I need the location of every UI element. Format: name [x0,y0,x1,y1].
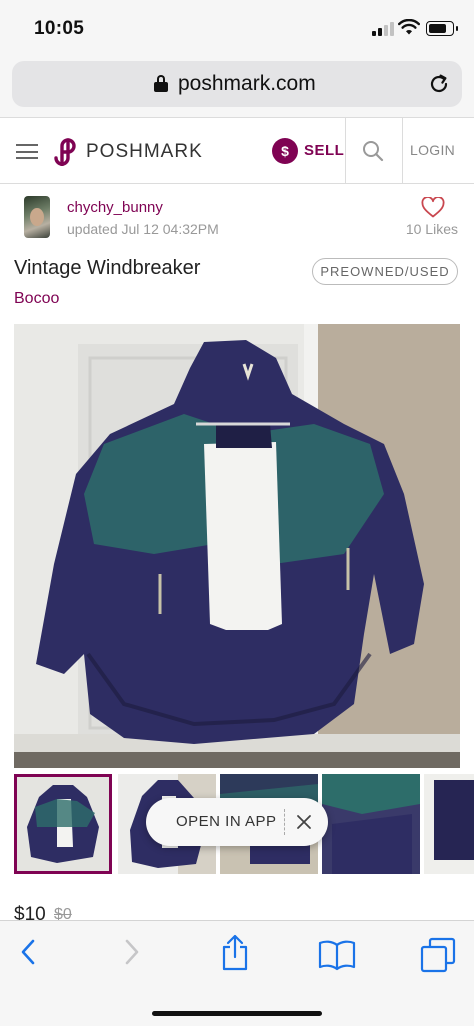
login-link[interactable]: LOGIN [410,142,455,158]
jacket-photo [14,324,460,768]
thumbnail-5[interactable] [424,774,474,874]
pill-divider [284,809,285,835]
reload-icon[interactable] [428,73,450,95]
battery-icon [426,21,458,36]
heart-icon[interactable] [421,197,445,218]
back-chevron-icon[interactable] [18,937,38,967]
sell-label: SELL [304,142,345,159]
home-indicator [152,1011,322,1016]
thumbnail-1[interactable] [14,774,112,874]
status-bar: 10:05 [0,0,474,56]
hamburger-menu-icon[interactable] [16,144,38,159]
cellular-signal-icon [372,22,394,36]
logo-text[interactable]: POSHMARK [86,141,203,163]
url-domain: poshmark.com [178,72,316,95]
thumbnail-4[interactable] [322,774,420,874]
header-divider [345,118,346,184]
bookmarks-book-icon[interactable] [318,939,356,971]
site-header: POSHMARK $ SELL LOGIN [0,118,474,184]
condition-badge: PREOWNED/USED [312,258,458,285]
battery-fill [429,24,446,33]
header-divider [402,118,403,184]
updated-timestamp: updated Jul 12 04:32PM [67,221,219,237]
listing-title: Vintage Windbreaker [14,257,201,279]
browser-chrome: poshmark.com [0,56,474,118]
seller-name[interactable]: chychy_bunny [67,199,163,216]
status-time: 10:05 [34,18,85,39]
tabs-icon[interactable] [420,937,456,973]
forward-chevron-icon[interactable] [122,937,142,967]
poshmark-logo-icon[interactable] [54,136,80,166]
search-icon[interactable] [362,140,384,162]
product-main-image[interactable] [14,324,460,768]
lock-icon [154,75,168,92]
open-in-app-button[interactable]: OPEN IN APP [176,813,277,830]
share-icon[interactable] [220,933,250,971]
open-in-app-banner: OPEN IN APP [146,798,328,846]
dollar-icon: $ [272,138,298,164]
wifi-icon [398,19,420,35]
likes-count: 10 Likes [405,221,458,237]
seller-avatar[interactable] [24,196,50,238]
address-bar[interactable]: poshmark.com [12,61,462,107]
close-icon[interactable] [294,812,314,832]
brand-link[interactable]: Bocoo [14,290,59,308]
